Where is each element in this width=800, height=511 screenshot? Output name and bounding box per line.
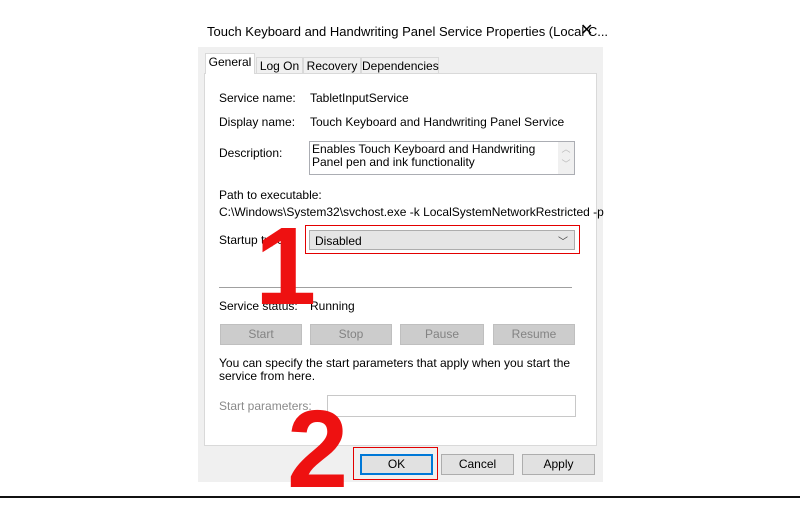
- pause-button[interactable]: Pause: [400, 324, 484, 345]
- description-text: Enables Touch Keyboard and Handwriting P…: [312, 142, 536, 169]
- tab-general[interactable]: General: [205, 53, 255, 74]
- highlight-box-ok: [353, 447, 438, 480]
- service-status-value: Running: [310, 299, 355, 313]
- params-help-text: You can specify the start parameters tha…: [219, 356, 571, 383]
- resume-button[interactable]: Resume: [493, 324, 575, 345]
- description-scrollbar[interactable]: ︿ ﹀: [558, 142, 574, 174]
- stop-button[interactable]: Stop: [310, 324, 392, 345]
- description-box[interactable]: Enables Touch Keyboard and Handwriting P…: [309, 141, 575, 175]
- display-name-label: Display name:: [219, 115, 296, 129]
- dialog-title: Touch Keyboard and Handwriting Panel Ser…: [207, 24, 609, 39]
- scroll-up-icon[interactable]: ︿: [558, 142, 574, 157]
- scroll-down-icon[interactable]: ﹀: [558, 157, 574, 172]
- path-label: Path to executable:: [219, 188, 322, 202]
- description-label: Description:: [219, 146, 283, 160]
- apply-button[interactable]: Apply: [522, 454, 595, 475]
- display-name-value: Touch Keyboard and Handwriting Panel Ser…: [310, 115, 565, 129]
- close-icon[interactable]: ✕: [580, 20, 593, 40]
- service-name-label: Service name:: [219, 91, 296, 105]
- step-2-marker: 2: [287, 388, 349, 511]
- step-1-marker: 1: [255, 205, 317, 328]
- start-parameters-input[interactable]: [327, 395, 576, 417]
- service-name-value: TabletInputService: [310, 91, 409, 105]
- bottom-rule: [0, 496, 800, 498]
- highlight-box-startup: [305, 225, 580, 254]
- cancel-button[interactable]: Cancel: [441, 454, 514, 475]
